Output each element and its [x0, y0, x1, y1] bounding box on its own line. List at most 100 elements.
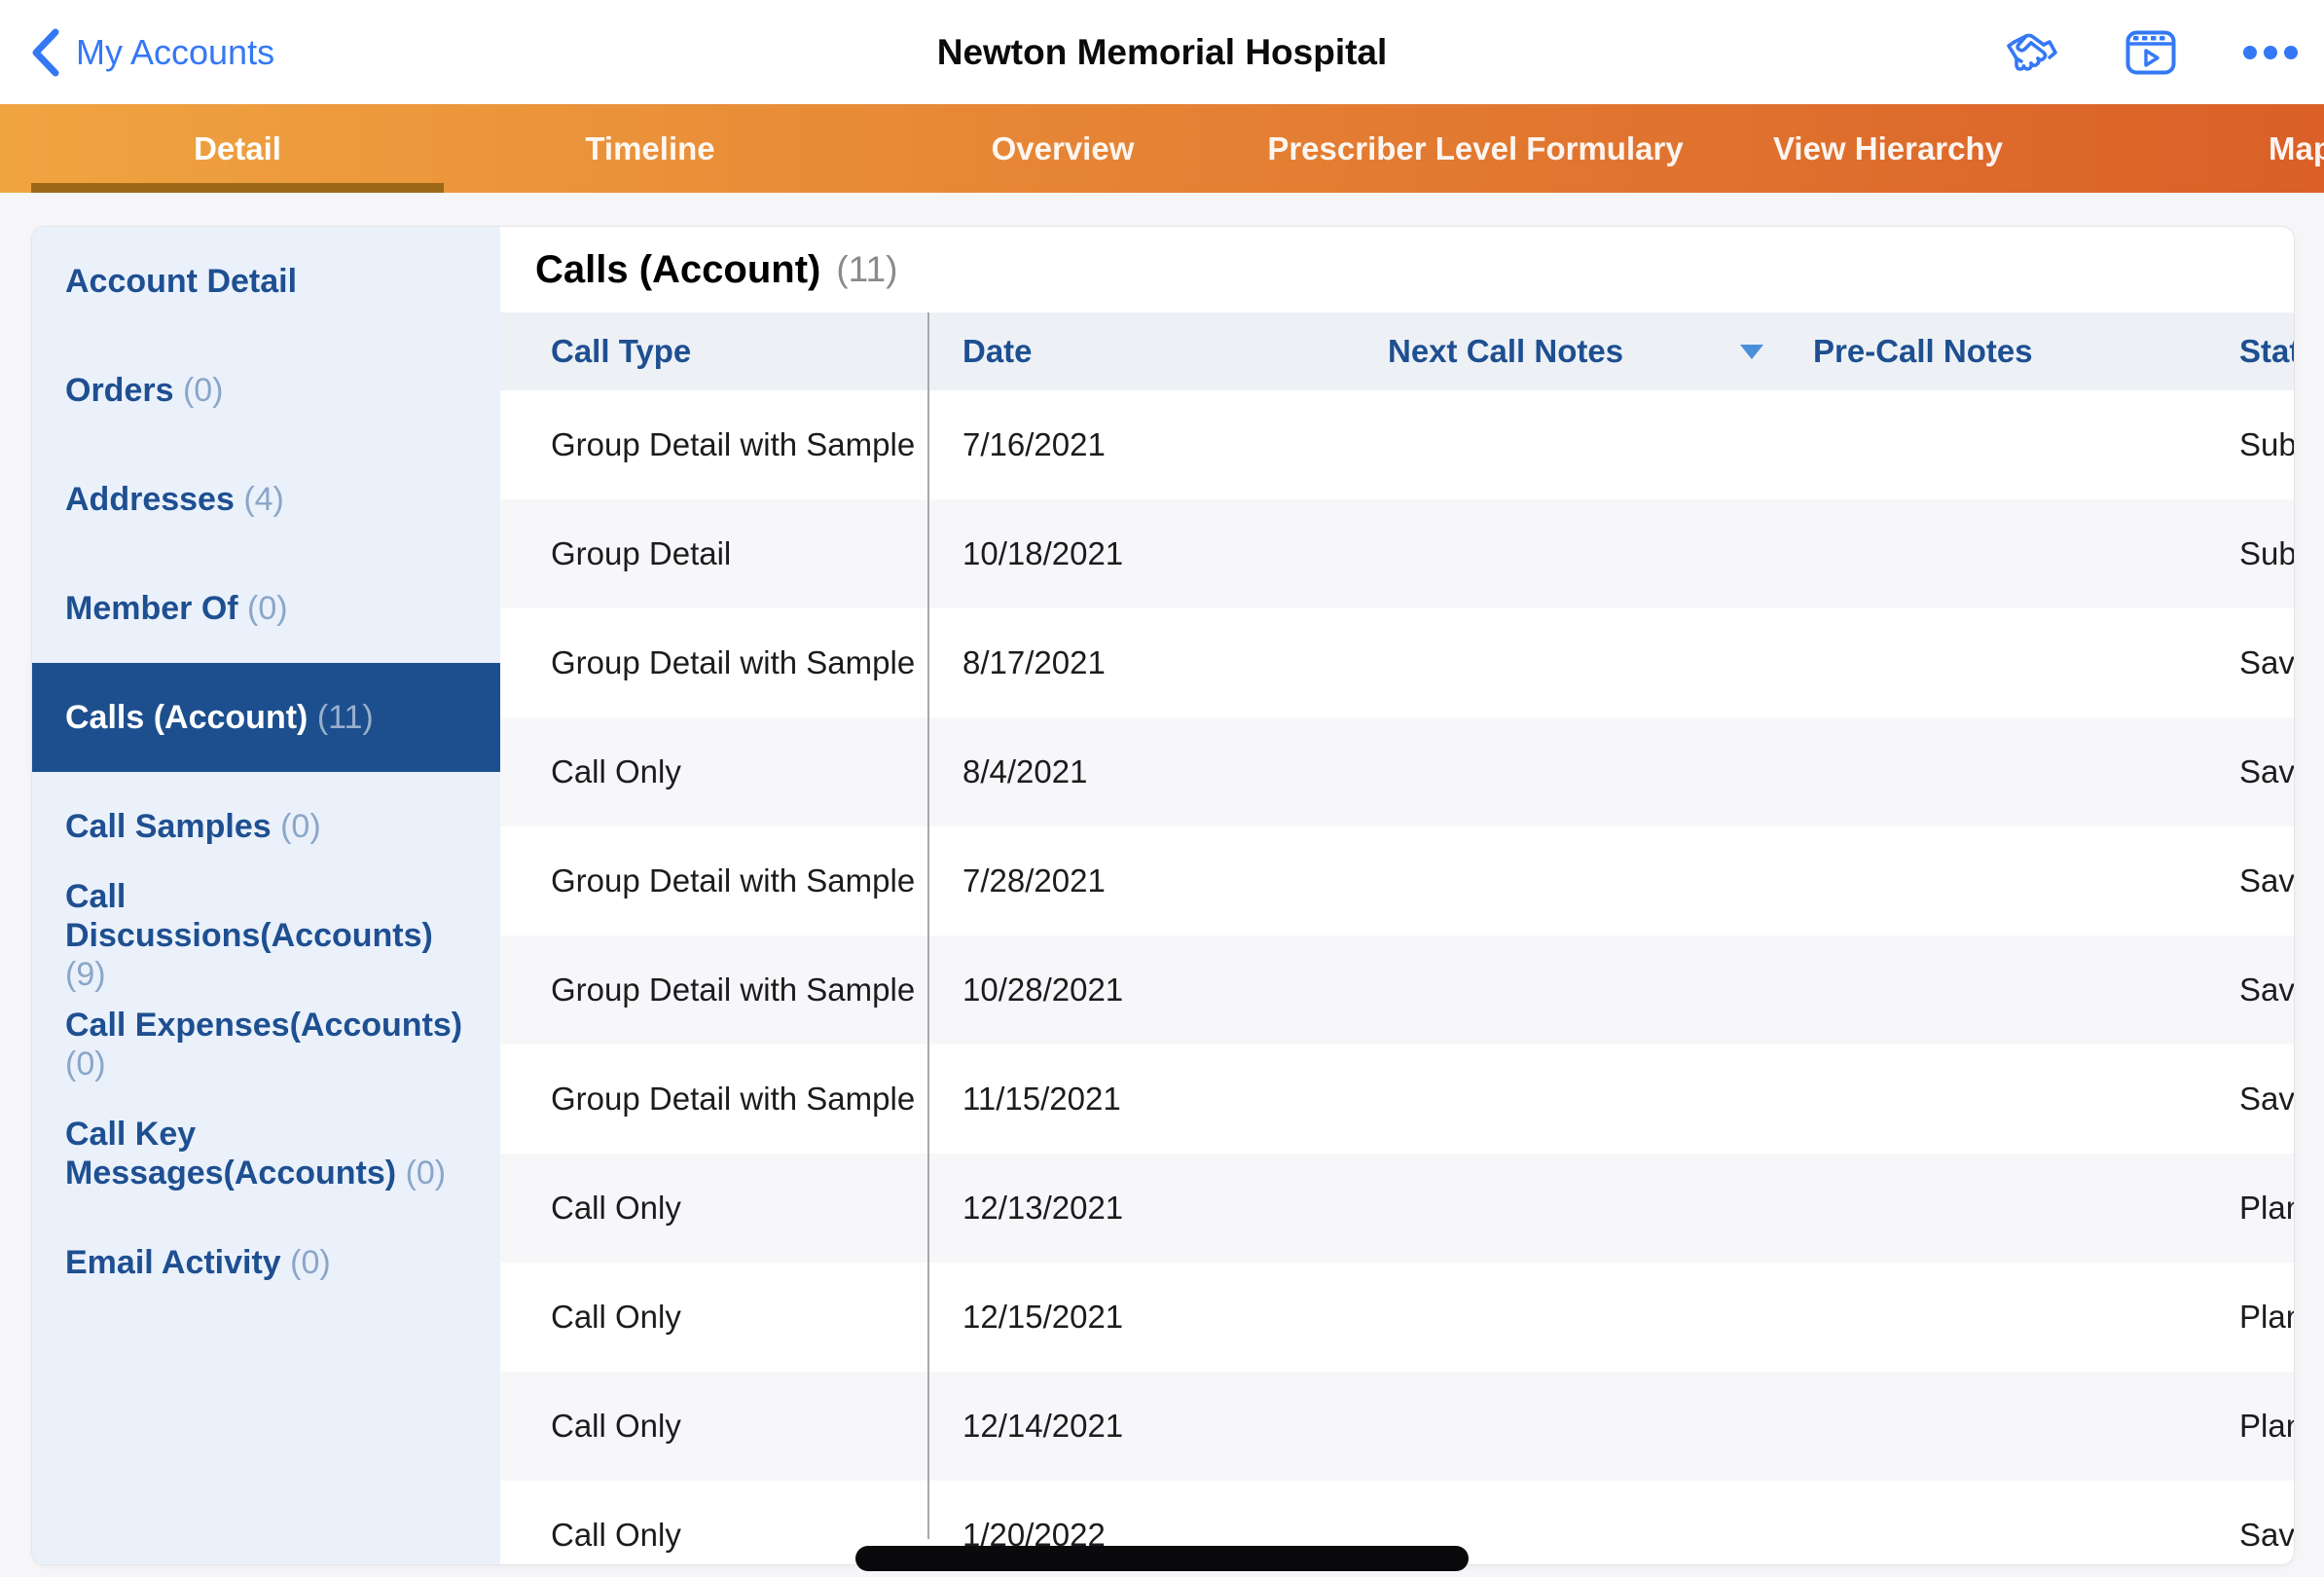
- sidebar-item-orders[interactable]: Orders (0): [32, 336, 500, 445]
- cell-date: 7/28/2021: [962, 826, 1106, 935]
- cell-status: Planned: [2239, 1263, 2294, 1372]
- cell-call-type: Group Detail with Sample: [551, 608, 915, 717]
- sidebar-item-call-discussions-accounts-[interactable]: Call Discussions(Accounts) (9): [32, 881, 500, 990]
- cell-status: Saved: [2239, 717, 2294, 826]
- tab-map[interactable]: Map: [2094, 104, 2324, 193]
- sidebar-item-label: Addresses: [65, 481, 235, 518]
- call-row[interactable]: Group Detail with Sample 8/17/2021 Saved: [500, 608, 2294, 717]
- cell-status: Planned: [2239, 1372, 2294, 1481]
- cell-status: Submitted: [2239, 390, 2294, 499]
- call-row[interactable]: Call Only 12/15/2021 Planned: [500, 1263, 2294, 1372]
- tab-timeline[interactable]: Timeline: [444, 104, 856, 193]
- sidebar-item-addresses[interactable]: Addresses (4): [32, 445, 500, 554]
- cell-status: Submitted: [2239, 499, 2294, 608]
- sidebar-item-call-samples[interactable]: Call Samples (0): [32, 772, 500, 881]
- sidebar-item-member-of[interactable]: Member Of (0): [32, 554, 500, 663]
- tab-label: Overview: [992, 130, 1135, 167]
- table-header-row: Call Type Date Next Call Notes Pre-Call …: [500, 312, 2294, 390]
- cell-call-type: Call Only: [551, 717, 681, 826]
- sidebar-item-call-expenses-accounts-[interactable]: Call Expenses(Accounts) (0): [32, 990, 500, 1099]
- sidebar-item-count: (9): [65, 956, 106, 993]
- call-row[interactable]: Group Detail 10/18/2021 Submitted: [500, 499, 2294, 608]
- cell-call-type: Group Detail with Sample: [551, 935, 915, 1045]
- sidebar-item-label: Orders: [65, 372, 174, 409]
- cell-call-type: Call Only: [551, 1372, 681, 1481]
- cell-date: 12/14/2021: [962, 1372, 1123, 1481]
- call-row[interactable]: Call Only 8/4/2021 Saved: [500, 717, 2294, 826]
- column-header-date[interactable]: Date: [962, 312, 1033, 390]
- cell-date: 10/28/2021: [962, 935, 1123, 1045]
- cell-status: Saved: [2239, 826, 2294, 935]
- tab-label: Map: [2269, 130, 2324, 167]
- cell-date: 10/18/2021: [962, 499, 1123, 608]
- sidebar-item-label: Call Key Messages(Accounts): [65, 1116, 396, 1192]
- top-nav-bar: My Accounts Newton Memorial Hospital: [0, 0, 2324, 104]
- account-tab-bar: Detail Timeline Overview Prescriber Level F…: [0, 104, 2324, 193]
- calls-list-panel: Calls (Account) (11) Call Type Date Next…: [500, 227, 2294, 1564]
- call-row[interactable]: Call Only 12/13/2021 Planned: [500, 1154, 2294, 1263]
- column-header-pre-call-notes[interactable]: Pre-Call Notes: [1813, 312, 2033, 390]
- sidebar-item-label: Calls (Account): [65, 699, 308, 736]
- tab-overview[interactable]: Overview: [856, 104, 1269, 193]
- cell-date: 12/13/2021: [962, 1154, 1123, 1263]
- cell-call-type: Group Detail with Sample: [551, 826, 915, 935]
- tab-label: Prescriber Level Formulary: [1267, 130, 1683, 167]
- sort-descending-icon[interactable]: [1740, 345, 1763, 359]
- sidebar-item-count: (11): [317, 699, 374, 736]
- home-indicator-bar[interactable]: [855, 1546, 1469, 1571]
- handshake-icon[interactable]: [2005, 31, 2059, 74]
- call-row[interactable]: Group Detail with Sample 11/15/2021 Save…: [500, 1045, 2294, 1154]
- sidebar-item-label: Member Of: [65, 590, 238, 627]
- tab-prescriber-level-formulary[interactable]: Prescriber Level Formulary: [1269, 104, 1682, 193]
- sidebar-item-label: Call Discussions(Accounts): [65, 878, 433, 954]
- cell-status: Planned: [2239, 1154, 2294, 1263]
- tab-label: Timeline: [585, 130, 714, 167]
- media-player-icon[interactable]: [2125, 30, 2176, 75]
- related-lists-sidebar: Account Detail Orders (0) Addresses (4) …: [32, 227, 500, 1564]
- column-header-call-type[interactable]: Call Type: [551, 312, 691, 390]
- tab-label: Detail: [194, 130, 281, 167]
- tab-view-hierarchy[interactable]: View Hierarchy: [1682, 104, 2094, 193]
- more-ellipsis-icon[interactable]: [2242, 45, 2299, 60]
- tab-detail[interactable]: Detail: [31, 104, 444, 193]
- cell-status: Saved: [2239, 608, 2294, 717]
- cell-status: Saved: [2239, 1045, 2294, 1154]
- column-header-next-call-notes[interactable]: Next Call Notes: [1388, 312, 1623, 390]
- page-title: Newton Memorial Hospital: [0, 32, 2324, 73]
- cell-call-type: Call Only: [551, 1154, 681, 1263]
- sidebar-item-count: (0): [247, 590, 288, 627]
- sidebar-item-label: Email Activity: [65, 1244, 281, 1281]
- sidebar-item-label: Account Detail: [65, 263, 297, 300]
- sidebar-item-count: (0): [406, 1155, 447, 1192]
- call-row[interactable]: Group Detail with Sample 7/16/2021 Submi…: [500, 390, 2294, 499]
- list-count: (11): [836, 249, 897, 290]
- cell-call-type: Group Detail with Sample: [551, 390, 915, 499]
- sidebar-item-count: (4): [243, 481, 284, 518]
- list-heading: Calls (Account) (11): [500, 227, 2294, 312]
- sidebar-item-account-detail[interactable]: Account Detail: [32, 227, 500, 336]
- cell-call-type: Call Only: [551, 1481, 681, 1564]
- sidebar-item-email-activity[interactable]: Email Activity (0): [32, 1208, 500, 1317]
- cell-date: 12/15/2021: [962, 1263, 1123, 1372]
- cell-date: 8/4/2021: [962, 717, 1087, 826]
- cell-date: 7/16/2021: [962, 390, 1106, 499]
- sidebar-item-label: Call Samples: [65, 808, 272, 845]
- call-row[interactable]: Group Detail with Sample 10/28/2021 Save…: [500, 935, 2294, 1045]
- cell-date: 11/15/2021: [962, 1045, 1121, 1154]
- sidebar-item-call-key-messages-accounts-[interactable]: Call Key Messages(Accounts) (0): [32, 1099, 500, 1208]
- sidebar-item-count: (0): [183, 372, 224, 409]
- tab-label: View Hierarchy: [1773, 130, 2003, 167]
- column-header-status[interactable]: Status: [2239, 312, 2294, 390]
- call-row[interactable]: Group Detail with Sample 7/28/2021 Saved: [500, 826, 2294, 935]
- call-row[interactable]: Call Only 12/14/2021 Planned: [500, 1372, 2294, 1481]
- calls-table-body: Group Detail with Sample 7/16/2021 Submi…: [500, 390, 2294, 1564]
- account-detail-card: Account Detail Orders (0) Addresses (4) …: [31, 226, 2295, 1565]
- sidebar-item-calls-account-[interactable]: Calls (Account) (11): [32, 663, 500, 772]
- sidebar-item-count: (0): [65, 1045, 106, 1082]
- sidebar-item-count: (0): [280, 808, 321, 845]
- cell-call-type: Call Only: [551, 1263, 681, 1372]
- cell-call-type: Group Detail: [551, 499, 731, 608]
- sidebar-item-label: Call Expenses(Accounts): [65, 1007, 462, 1044]
- cell-status: Saved: [2239, 1481, 2294, 1564]
- cell-call-type: Group Detail with Sample: [551, 1045, 915, 1154]
